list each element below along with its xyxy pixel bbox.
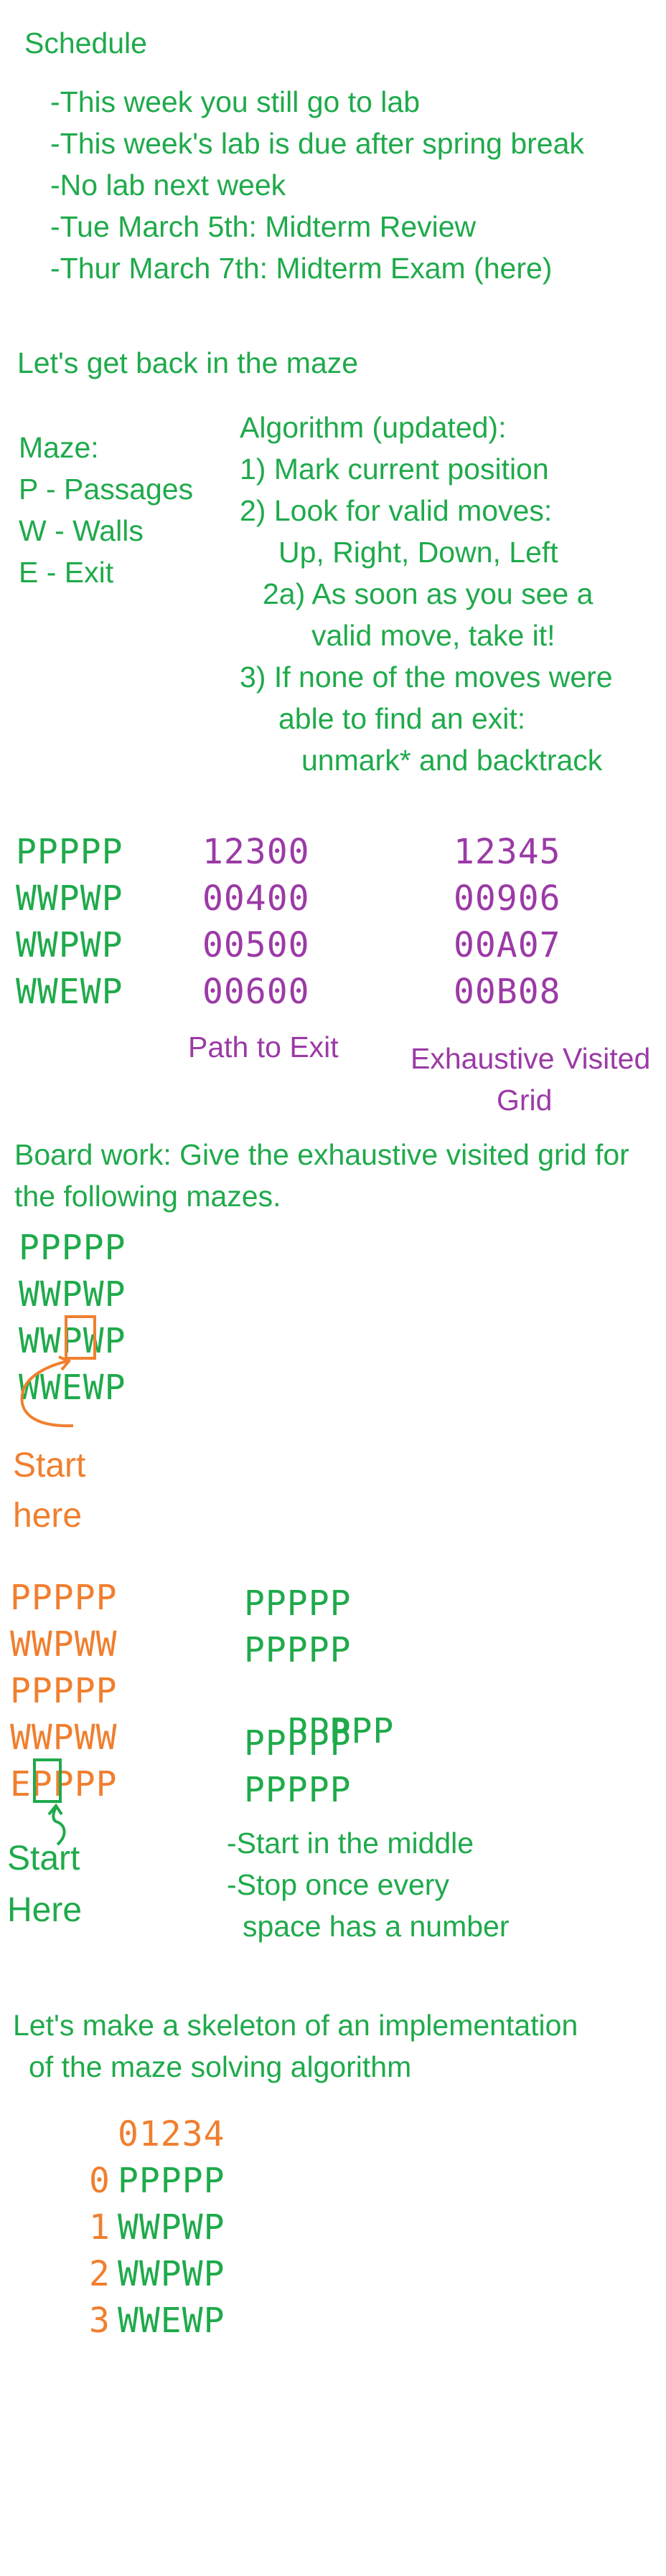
algorithm-line: valid move, take it! <box>311 619 555 652</box>
maze-c-note: -Start in the middle <box>227 1827 474 1860</box>
algorithm-line: 3) If none of the moves were <box>240 660 613 693</box>
example-maze-row: PPPPP <box>16 832 123 872</box>
start-highlight-box <box>65 1315 96 1360</box>
maze-c-row: PPPPP <box>244 1630 352 1670</box>
row-index: 3 <box>89 2301 111 2341</box>
algorithm-line: able to find an exit: <box>278 702 526 735</box>
maze-c-note: -Stop once every <box>227 1868 449 1901</box>
algorithm-line: 2) Look for valid moves: <box>240 494 553 527</box>
algorithm-line: Up, Right, Down, Left <box>278 536 558 569</box>
board-work-line: Board work: Give the exhaustive visited … <box>14 1138 629 1171</box>
maze-a-start-label: Start <box>13 1446 86 1484</box>
example-maze-row: WWEWP <box>16 972 123 1012</box>
board-work-line: the following mazes. <box>14 1180 281 1213</box>
algorithm-line: unmark* and backtrack <box>301 744 603 777</box>
algorithm-title: Algorithm (updated): <box>240 411 507 444</box>
maze-c-row: PPPPP <box>244 1583 352 1624</box>
maze-a-start-label: here <box>13 1497 83 1535</box>
visited-grid-row: 00A07 <box>454 925 561 965</box>
maze-c-row-right: PP <box>351 1711 395 1751</box>
legend-item: W - Walls <box>19 514 144 547</box>
schedule-item: -No lab next week <box>50 169 286 202</box>
skeleton-maze-row: WWPWP <box>118 2254 225 2294</box>
skeleton-line: Let's make a skeleton of an implementati… <box>13 2009 578 2042</box>
path-label: Path to Exit <box>188 1031 339 1064</box>
visited-grid-row: 00906 <box>454 879 561 919</box>
schedule-item: -This week's lab is due after spring bre… <box>50 127 584 160</box>
maze-b-row: EPPPP <box>10 1764 118 1804</box>
visited-label: Exhaustive Visited <box>411 1042 651 1075</box>
schedule-item: -This week you still go to lab <box>50 85 421 118</box>
row-index: 2 <box>89 2254 111 2294</box>
maze-c-row: PPPPP <box>244 1770 352 1810</box>
maze-b-start-label: Here <box>7 1891 83 1929</box>
visited-label: Grid <box>497 1084 553 1117</box>
skeleton-maze-row: PPPPP <box>118 2161 225 2201</box>
legend-item: P - Passages <box>19 473 194 506</box>
visited-grid-row: 00B08 <box>454 972 561 1012</box>
maze-c-note: space has a number <box>243 1910 510 1943</box>
legend-title: Maze: <box>19 431 99 464</box>
skeleton-line: of the maze solving algorithm <box>29 2050 412 2083</box>
maze-a-row: WWPWP <box>19 1274 126 1315</box>
skeleton-maze-row: WWEWP <box>118 2301 225 2341</box>
schedule-title: Schedule <box>24 27 147 60</box>
algorithm-line: 2a) As soon as you see a <box>263 577 594 610</box>
maze-b-start-label: Start <box>7 1839 80 1877</box>
row-index: 1 <box>89 2207 111 2248</box>
maze-c-row: PPPPP <box>244 1723 352 1763</box>
maze-b-row: WWPWW <box>10 1718 118 1758</box>
maze-b-row: PPPPP <box>10 1578 118 1618</box>
schedule-item: -Thur March 7th: Midterm Exam (here) <box>50 252 553 285</box>
algorithm-line: 1) Mark current position <box>240 453 549 486</box>
row-index: 0 <box>89 2161 111 2201</box>
visited-grid-row: 12345 <box>454 832 561 872</box>
path-grid-row: 00400 <box>202 879 310 919</box>
column-header: 01234 <box>118 2114 225 2154</box>
path-grid-row: 12300 <box>202 832 310 872</box>
legend-item: E - Exit <box>19 556 114 589</box>
path-grid-row: 00600 <box>202 972 310 1012</box>
maze-a-row: PPPPP <box>19 1228 126 1268</box>
start-highlight-box <box>33 1758 62 1803</box>
start-arrow-icon <box>20 1355 74 1428</box>
maze-b-row: PPPPP <box>10 1671 118 1711</box>
example-maze-row: WWPWP <box>16 925 123 965</box>
path-grid-row: 00500 <box>202 925 310 965</box>
example-maze-row: WWPWP <box>16 879 123 919</box>
maze-b-row: WWPWW <box>10 1624 118 1665</box>
skeleton-maze-row: WWPWP <box>118 2207 225 2248</box>
maze-intro: Let's get back in the maze <box>17 346 359 379</box>
schedule-item: -Tue March 5th: Midterm Review <box>50 210 477 243</box>
